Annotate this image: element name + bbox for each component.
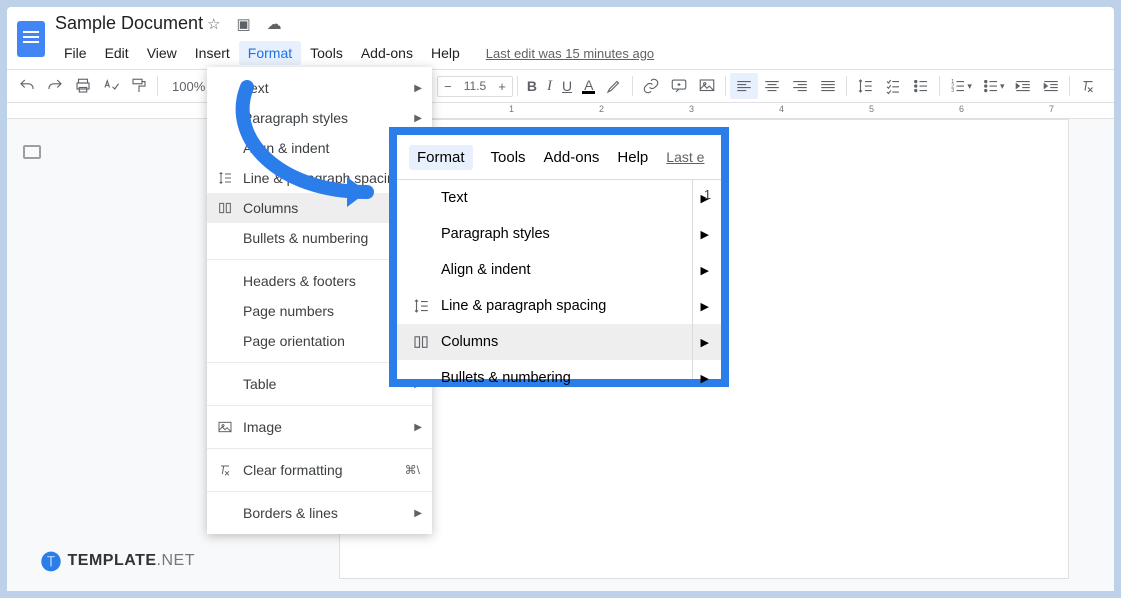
image-icon [217,419,233,435]
indent-inc-icon[interactable] [1037,73,1065,99]
bullet-list-icon[interactable] [907,73,935,99]
watermark-brand: TEMPLATE [68,552,157,569]
ruler-tick: 6 [959,104,964,114]
watermark: 🅣 TEMPLATE.NET [41,546,195,575]
docs-logo[interactable] [17,21,45,57]
line-spacing-icon [411,296,431,316]
font-size-dec[interactable]: − [438,77,458,96]
italic-button[interactable]: I [542,74,557,99]
align-left-icon[interactable] [730,73,758,99]
callout-menu-tools[interactable]: Tools [491,149,526,166]
callout-right-strip: 1 [692,179,722,379]
star-icon[interactable]: ☆ [207,15,220,33]
menu-item-text[interactable]: Text▶ [207,73,432,103]
callout-item-text[interactable]: Text▶ [397,180,721,216]
callout-item-paragraph-styles[interactable]: Paragraph styles▶ [397,216,721,252]
spellcheck-icon[interactable] [97,73,125,99]
bullet-list-dd-icon[interactable]: ▾ [977,73,1010,99]
paint-format-icon[interactable] [125,73,153,99]
align-justify-icon[interactable] [814,73,842,99]
ruler: 1 2 3 4 5 6 7 [7,103,1114,119]
underline-button[interactable]: U [557,74,577,98]
text-color-button[interactable]: A [577,75,600,98]
last-edit-link[interactable]: Last edit was 15 minutes ago [477,42,663,65]
ruler-tick: 3 [689,104,694,114]
menu-file[interactable]: File [55,41,96,65]
menu-addons[interactable]: Add-ons [352,41,422,65]
doc-title[interactable]: Sample Document [55,13,203,34]
ruler-tick: 1 [509,104,514,114]
font-size-inc[interactable]: + [492,77,512,96]
checklist-icon[interactable] [879,73,907,99]
menu-tools[interactable]: Tools [301,41,352,65]
bold-button[interactable]: B [522,74,542,98]
callout-menubar: Format Tools Add-ons Help Last e [397,135,721,179]
submenu-arrow-icon: ▶ [414,422,422,433]
menu-item-image[interactable]: Image▶ [207,412,432,442]
submenu-arrow-icon: ▶ [414,113,422,124]
align-right-icon[interactable] [786,73,814,99]
clear-formatting-icon [217,462,233,478]
ruler-tick: 2 [599,104,604,114]
print-icon[interactable] [69,73,97,99]
callout-item-line-spacing[interactable]: Line & paragraph spacing▶ [397,288,721,324]
callout-last-edit[interactable]: Last e [666,149,704,165]
line-spacing-icon[interactable] [851,73,879,99]
font-size-box[interactable]: − 11.5 + [437,76,513,97]
redo-icon[interactable] [41,73,69,99]
cloud-icon[interactable]: ☁ [267,15,282,33]
font-size-value[interactable]: 11.5 [458,77,492,95]
highlight-button[interactable] [600,73,628,99]
shortcut-label: ⌘\ [405,463,420,477]
callout-zoom: Format Tools Add-ons Help Last e Text▶ P… [389,127,729,387]
callout-item-align-indent[interactable]: Align & indent▶ [397,252,721,288]
indent-dec-icon[interactable] [1009,73,1037,99]
columns-icon [411,332,431,352]
menubar: File Edit View Insert Format Tools Add-o… [55,41,663,65]
submenu-arrow-icon: ▶ [414,83,422,94]
watermark-logo-icon: 🅣 [41,546,62,575]
menu-item-borders-lines[interactable]: Borders & lines▶ [207,498,432,528]
ruler-tick: 4 [779,104,784,114]
menu-format[interactable]: Format [239,41,301,65]
ruler-tick: 5 [869,104,874,114]
submenu-arrow-icon: ▶ [414,508,422,519]
svg-text:3: 3 [952,88,955,94]
watermark-suffix: .NET [157,552,195,569]
menu-edit[interactable]: Edit [96,41,138,65]
callout-menu-addons[interactable]: Add-ons [544,149,600,166]
toolbar: 100% ▼ − 11.5 + B I U A 123▾ ▾ [7,69,1114,103]
callout-item-bullets-numbering[interactable]: Bullets & numbering▶ [397,360,721,396]
numbered-list-icon[interactable]: 123▾ [944,73,977,99]
outline-toggle-icon[interactable] [23,145,41,159]
move-icon[interactable]: ▣ [236,15,250,33]
callout-menu-help[interactable]: Help [617,149,648,166]
insert-link-icon[interactable] [637,73,665,99]
add-comment-icon[interactable] [665,73,693,99]
menu-insert[interactable]: Insert [186,41,239,65]
columns-icon [217,200,233,216]
align-center-icon[interactable] [758,73,786,99]
clear-format-icon[interactable] [1074,73,1102,99]
callout-menu-format[interactable]: Format [409,145,473,170]
callout-item-columns[interactable]: Columns▶ [397,324,721,360]
menu-view[interactable]: View [138,41,186,65]
menu-item-clear-formatting[interactable]: Clear formatting⌘\ [207,455,432,485]
line-spacing-icon [217,170,233,186]
menu-help[interactable]: Help [422,41,469,65]
undo-icon[interactable] [13,73,41,99]
insert-image-icon[interactable] [693,73,721,99]
ruler-tick: 7 [1049,104,1054,114]
